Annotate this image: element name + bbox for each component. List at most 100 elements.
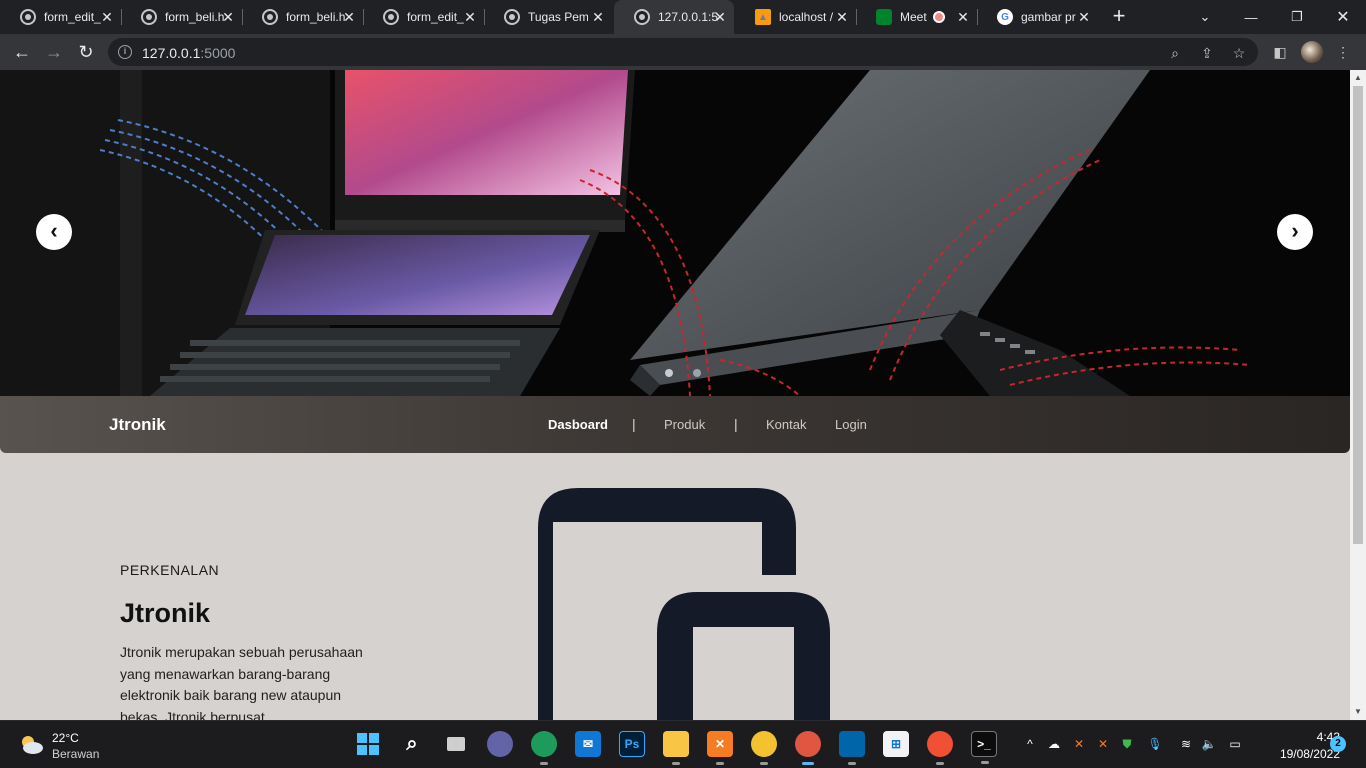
carousel-indicator-2[interactable] — [693, 369, 701, 377]
tab-0[interactable]: form_edit_ ✕ — [0, 0, 122, 34]
address-bar[interactable]: i 127.0.0.1:5000 ⌕ ⇪ ☆ — [108, 38, 1258, 66]
security-shield-icon[interactable]: ⛊ — [1118, 735, 1136, 753]
tab-search-button[interactable]: ⌄ — [1182, 0, 1228, 34]
close-icon[interactable]: ✕ — [341, 9, 357, 25]
nav-kontak-link[interactable]: Kontak — [766, 417, 806, 432]
google-icon: G — [997, 9, 1013, 25]
chrome-profile-icon[interactable] — [751, 731, 777, 765]
notification-badge[interactable]: 2 — [1330, 736, 1346, 752]
tab-7[interactable]: Meet ✕ — [856, 0, 978, 34]
info-icon[interactable]: i — [118, 45, 132, 59]
photoshop-icon[interactable]: Ps — [619, 731, 645, 757]
tab-title: form_beli.h — [165, 10, 225, 24]
close-icon[interactable]: ✕ — [712, 9, 728, 25]
microphone-icon[interactable]: 🎙 — [1146, 735, 1164, 753]
minimize-button[interactable]: — — [1228, 0, 1274, 34]
page-viewport: ‹ › Jtronik Dasboard | Produk | Kontak L… — [0, 70, 1350, 720]
site-brand[interactable]: Jtronik — [109, 415, 166, 435]
tab-title: form_edit_ — [407, 10, 464, 24]
nav-produk-link[interactable]: Produk — [664, 417, 705, 432]
volume-icon[interactable]: 🔈 — [1200, 735, 1218, 753]
store-icon[interactable]: ⊞ — [883, 731, 909, 757]
share-icon[interactable]: ⇪ — [1198, 44, 1216, 62]
new-tab-button[interactable]: + — [1108, 5, 1130, 27]
close-icon[interactable]: ✕ — [1076, 9, 1092, 25]
tab-3[interactable]: form_edit_ ✕ — [363, 0, 485, 34]
carousel-indicator-1[interactable] — [665, 369, 673, 377]
teams-chat-icon[interactable] — [487, 731, 513, 757]
close-icon[interactable]: ✕ — [220, 9, 236, 25]
close-icon[interactable]: ✕ — [99, 9, 115, 25]
close-icon[interactable]: ✕ — [955, 9, 971, 25]
scroll-up-icon[interactable]: ▲ — [1353, 73, 1363, 83]
weather-temp: 22°C — [52, 731, 79, 745]
page-scrollbar[interactable]: ▲ ▼ — [1350, 70, 1366, 720]
intro-title: Jtronik — [120, 598, 211, 628]
nav-login-link[interactable]: Login — [835, 417, 867, 432]
task-view-icon[interactable] — [443, 731, 469, 757]
weather-desc: Berawan — [52, 747, 100, 761]
tab-title: form_beli.h — [286, 10, 346, 24]
edge-icon[interactable] — [531, 731, 557, 765]
globe-icon — [20, 9, 36, 25]
tab-1[interactable]: form_beli.h ✕ — [121, 0, 243, 34]
tab-title: localhost / — [779, 10, 834, 24]
carousel-next-button[interactable]: › — [1277, 214, 1313, 250]
tab-title: gambar pr — [1021, 10, 1076, 24]
forward-button[interactable]: → — [42, 40, 66, 64]
xampp-tray-icon-2[interactable]: ✕ — [1094, 735, 1112, 753]
tab-6[interactable]: ▲ localhost / ✕ — [735, 0, 857, 34]
close-icon[interactable]: ✕ — [590, 9, 606, 25]
phpmyadmin-icon: ▲ — [755, 9, 771, 25]
tray-overflow-icon[interactable]: ^ — [1021, 735, 1039, 753]
vscode-icon[interactable] — [839, 731, 865, 765]
back-button[interactable]: ← — [10, 40, 34, 64]
taskbar: 22°C Berawan ⌕ ✉ Ps ✕ ⊞ >_ ^ ☁ ✕ ✕ ⛊ 🎙 ≋… — [0, 720, 1366, 768]
address-url: 127.0.0.1:5000 — [142, 45, 236, 61]
side-panel-icon[interactable]: ◧ — [1270, 42, 1290, 62]
file-explorer-icon[interactable] — [663, 731, 689, 765]
search-icon[interactable]: ⌕ — [399, 731, 425, 757]
nav-dashboard-link[interactable]: Dasboard — [548, 417, 608, 432]
onedrive-icon[interactable]: ☁ — [1045, 735, 1063, 753]
carousel-prev-button[interactable]: ‹ — [36, 214, 72, 250]
tab-title: form_edit_ — [44, 10, 101, 24]
tab-2[interactable]: form_beli.h ✕ — [242, 0, 364, 34]
bookmark-star-icon[interactable]: ☆ — [1230, 44, 1248, 62]
wifi-icon[interactable]: ≋ — [1177, 735, 1195, 753]
nav-separator: | — [632, 416, 636, 432]
mail-icon[interactable]: ✉ — [575, 731, 601, 757]
meet-icon — [876, 9, 892, 25]
tab-5-active[interactable]: 127.0.0.1:5 ✕ — [614, 0, 734, 34]
git-tool-icon[interactable] — [927, 731, 953, 765]
globe-icon — [262, 9, 278, 25]
zoom-icon[interactable]: ⌕ — [1166, 44, 1184, 62]
reload-button[interactable]: ↻ — [74, 40, 98, 64]
hero-carousel: ‹ › — [0, 70, 1350, 396]
xampp-tray-icon[interactable]: ✕ — [1070, 735, 1088, 753]
restore-button[interactable]: ❐ — [1274, 0, 1320, 34]
tab-strip: form_edit_ ✕ form_beli.h ✕ form_beli.h ✕… — [0, 0, 1366, 34]
globe-icon — [634, 9, 650, 25]
close-icon[interactable]: ✕ — [462, 9, 478, 25]
terminal-icon[interactable]: >_ — [971, 731, 997, 764]
close-window-button[interactable]: ✕ — [1320, 0, 1366, 34]
tab-4[interactable]: Tugas Pem ✕ — [484, 0, 612, 34]
xampp-icon[interactable]: ✕ — [707, 731, 733, 765]
windows-start-icon[interactable] — [355, 731, 381, 757]
partly-cloudy-icon[interactable] — [18, 733, 44, 755]
globe-icon — [504, 9, 520, 25]
menu-icon[interactable]: ⋮ — [1333, 42, 1353, 62]
clock-date[interactable]: 19/08/2022 — [1250, 747, 1340, 761]
scroll-down-icon[interactable]: ▼ — [1353, 707, 1363, 717]
avatar[interactable] — [1301, 41, 1323, 63]
close-icon[interactable]: ✕ — [834, 9, 850, 25]
nav-separator: | — [734, 416, 738, 432]
battery-icon[interactable]: ▭ — [1226, 735, 1244, 753]
chrome-icon[interactable] — [795, 731, 821, 765]
scrollbar-thumb[interactable] — [1353, 86, 1363, 544]
tab-8[interactable]: G gambar pr ✕ — [977, 0, 1098, 34]
tab-title: Tugas Pem — [528, 10, 588, 24]
jtronik-logo-graphic — [538, 488, 830, 720]
intro-body: Jtronik merupakan sebuah perusahaan yang… — [120, 644, 363, 720]
